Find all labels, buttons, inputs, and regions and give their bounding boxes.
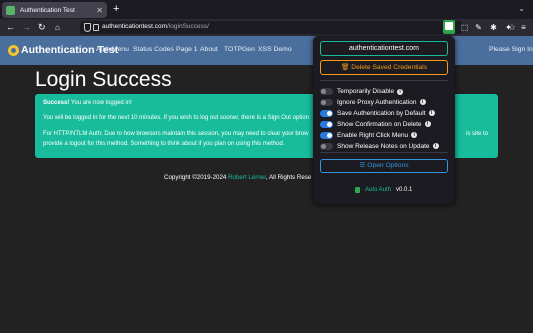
delete-credentials-button[interactable]: 🗑 Delete Saved Credentials: [320, 60, 448, 75]
extension-icon[interactable]: ⬚: [459, 22, 470, 33]
toggle-knob: [321, 143, 326, 149]
hamburger-menu-icon[interactable]: ≡: [518, 22, 529, 33]
info-icon[interactable]: i: [428, 110, 435, 117]
back-icon[interactable]: ←: [6, 22, 15, 33]
toggle-label: Enable Right Click Menu: [337, 131, 409, 139]
divider: [320, 80, 448, 81]
extensions-puzzle-icon[interactable]: ✦: [503, 22, 514, 33]
toggle-label: Show Release Notes on Update: [337, 142, 430, 150]
alert-line-3-tail: is site to: [466, 131, 489, 137]
toggle-row[interactable]: Enable Right Click Menu i: [320, 131, 418, 140]
trash-icon: 🗑: [340, 64, 350, 71]
forward-icon[interactable]: →: [22, 22, 31, 33]
alert-line-3: For HTTP/NTLM Auth: Due to how browsers …: [43, 131, 309, 137]
site-favicon-icon: [6, 5, 15, 15]
info-icon[interactable]: i: [411, 132, 418, 139]
toggle-switch[interactable]: [320, 131, 333, 139]
url-text[interactable]: authenticationtest.com/loginSuccess/: [102, 23, 209, 30]
toggle-label: Temporarily Disable: [337, 88, 395, 95]
toggle-knob: [327, 110, 332, 116]
close-tab-icon[interactable]: ✕: [96, 6, 103, 15]
toggle-switch[interactable]: [320, 142, 333, 150]
reload-icon[interactable]: ↻: [38, 22, 46, 33]
divider: [320, 152, 448, 153]
home-icon[interactable]: ⌂: [55, 22, 60, 33]
domain-button[interactable]: authenticationtest.com: [320, 41, 448, 56]
author-link[interactable]: Robert Lerner: [228, 174, 266, 181]
list-tabs-chevron-icon[interactable]: ⌄: [518, 4, 525, 13]
new-tab-button[interactable]: +: [113, 3, 119, 15]
toggle-row[interactable]: Save Authentication by Default i: [320, 109, 435, 118]
alert-line-1: Success! You are now logged in!: [43, 100, 132, 106]
brand-logo-icon: [8, 44, 19, 56]
lock-logo-icon: [355, 187, 360, 193]
toggle-row[interactable]: Ignore Proxy Authentication i: [320, 98, 426, 107]
info-icon[interactable]: i: [432, 143, 439, 149]
toggle-row[interactable]: Temporarily Disable i: [320, 87, 404, 96]
alert-line-4: provide a logout for this method. Someth…: [43, 141, 285, 147]
copyright: Copyright ©2019-2024 Robert Lerner, All …: [164, 174, 312, 181]
info-icon[interactable]: i: [397, 88, 404, 95]
toggle-switch[interactable]: [320, 98, 333, 106]
toggle-knob: [327, 121, 332, 127]
toggle-knob: [321, 89, 326, 94]
sign-in-link[interactable]: Please Sign In: [489, 46, 533, 53]
toggle-switch[interactable]: [320, 109, 333, 117]
info-icon[interactable]: i: [419, 99, 426, 106]
browser-tab[interactable]: Authentication Test ✕: [2, 2, 107, 18]
browser-toolbar: ← → ↻ ⌂ authenticationtest.com/loginSucc…: [0, 19, 533, 36]
popup-footer: Auto Auth v0.0.1: [355, 187, 412, 193]
nav-link-totpgen[interactable]: TOTPGen: [224, 46, 255, 53]
nav-link-status-codes[interactable]: Status Codes: [133, 46, 174, 53]
open-options-button[interactable]: ☰ Open Options: [320, 159, 448, 173]
nav-link-page-1[interactable]: Page 1: [176, 46, 198, 53]
tab-title: Authentication Test: [20, 6, 75, 14]
toggle-row[interactable]: Show Release Notes on Update i: [320, 142, 439, 151]
nav-link-about[interactable]: About: [200, 46, 218, 53]
toggle-label: Show Confirmation on Delete: [337, 120, 422, 128]
toggle-knob: [327, 132, 332, 138]
toggle-label: Save Authentication by Default: [337, 109, 426, 117]
page-title: Login Success: [35, 68, 172, 91]
options-sliders-icon: ☰: [359, 162, 366, 169]
tracking-shield-icon[interactable]: [84, 23, 91, 32]
toggle-label: Ignore Proxy Authentication: [337, 98, 417, 106]
auto-auth-extension-icon[interactable]: [443, 20, 455, 34]
toggle-switch[interactable]: [320, 120, 333, 128]
gear-icon[interactable]: ✱: [488, 22, 499, 33]
address-bar[interactable]: authenticationtest.com/loginSuccess/ ☆: [80, 21, 516, 34]
nav-link-auth-menu[interactable]: Auth Menu: [96, 46, 129, 53]
auto-auth-popup: authenticationtest.com 🗑 Delete Saved Cr…: [313, 36, 455, 204]
alert-line-2: You will be logged in for the next 10 mi…: [43, 115, 309, 121]
lock-icon[interactable]: [93, 24, 99, 31]
wrench-icon[interactable]: ✎: [473, 22, 484, 33]
browser-tab-bar: Authentication Test ✕ + ⌄: [0, 0, 533, 19]
nav-link-xss-demo[interactable]: XSS Demo: [258, 46, 292, 53]
toggle-switch[interactable]: [320, 88, 333, 95]
toggle-row[interactable]: Show Confirmation on Delete i: [320, 120, 431, 129]
info-icon[interactable]: i: [424, 121, 431, 128]
version-label: v0.0.1: [396, 187, 413, 193]
app-name: Auto Auth: [365, 187, 392, 193]
toggle-knob: [321, 99, 326, 105]
